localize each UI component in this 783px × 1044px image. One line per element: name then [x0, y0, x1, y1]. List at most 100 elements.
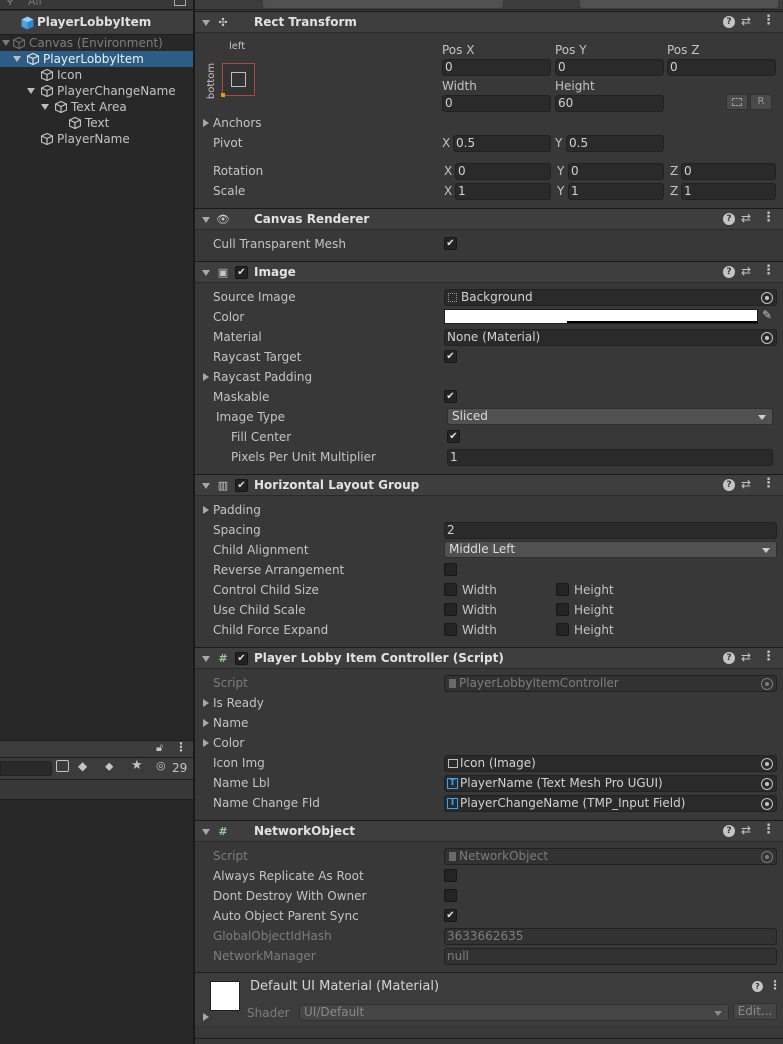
- more-options-icon[interactable]: ⋮: [175, 740, 187, 754]
- is-ready-foldout[interactable]: Is Ready: [213, 694, 264, 712]
- image-type-dropdown[interactable]: Sliced: [447, 408, 773, 425]
- favorite-star-icon[interactable]: ★: [131, 758, 143, 773]
- hierarchy-item-text[interactable]: Text: [0, 115, 193, 131]
- rect-transform-header[interactable]: ✣ Rect Transform ? ⇄ ⋮: [195, 11, 783, 33]
- force-expand-width-checkbox[interactable]: [444, 623, 457, 636]
- help-icon[interactable]: ?: [723, 213, 735, 225]
- help-icon[interactable]: ?: [723, 479, 735, 491]
- hierarchy-item-canvas[interactable]: Canvas (Environment): [0, 35, 193, 51]
- use-scale-height-checkbox[interactable]: [556, 603, 569, 616]
- network-object-header[interactable]: # NetworkObject ? ⇄ ⋮: [195, 820, 783, 842]
- ppu-multiplier-field[interactable]: 1: [447, 449, 773, 466]
- icon-img-field[interactable]: Icon (Image): [444, 755, 777, 772]
- anchor-preset-button[interactable]: [221, 63, 255, 97]
- object-picker-icon[interactable]: [761, 798, 773, 810]
- horizontal-layout-group-header[interactable]: ▥ ✔ Horizontal Layout Group ? ⇄ ⋮: [195, 474, 783, 496]
- help-icon[interactable]: ?: [723, 825, 735, 837]
- hierarchy-item-player-change-name[interactable]: PlayerChangeName: [0, 83, 193, 99]
- raycast-target-checkbox[interactable]: ✔: [444, 350, 457, 363]
- hierarchy-item-player-name[interactable]: PlayerName: [0, 131, 193, 147]
- expand-arrow-icon[interactable]: [203, 699, 209, 707]
- force-expand-height-checkbox[interactable]: [556, 623, 569, 636]
- rotation-z-field[interactable]: 0: [681, 163, 776, 180]
- material-field[interactable]: None (Material): [444, 329, 777, 346]
- search-by-type-icon[interactable]: [56, 760, 69, 772]
- shader-edit-button[interactable]: Edit...: [733, 1003, 777, 1020]
- hierarchy-item-text-area[interactable]: Text Area: [0, 99, 193, 115]
- image-header[interactable]: ▣ ✔ Image ? ⇄ ⋮: [195, 261, 783, 283]
- spacing-field[interactable]: 2: [444, 522, 777, 539]
- color-foldout[interactable]: Color: [213, 734, 244, 752]
- collapse-arrow-icon[interactable]: [202, 270, 210, 276]
- expand-arrow-icon[interactable]: [203, 119, 209, 127]
- expand-arrow-icon[interactable]: [203, 373, 209, 381]
- help-icon[interactable]: ?: [723, 652, 735, 664]
- component-menu-icon[interactable]: ⋮: [762, 476, 775, 491]
- component-menu-icon[interactable]: ⋮: [769, 978, 781, 992]
- collapse-arrow-icon[interactable]: [202, 483, 210, 489]
- object-picker-icon[interactable]: [761, 332, 773, 344]
- child-alignment-dropdown[interactable]: Middle Left: [444, 541, 777, 558]
- filter-type-icon[interactable]: ◆: [78, 759, 87, 773]
- cull-transparent-checkbox[interactable]: ✔: [444, 237, 457, 250]
- pivot-y-field[interactable]: 0.5: [566, 135, 664, 152]
- color-swatch[interactable]: [444, 309, 758, 324]
- height-field[interactable]: 60: [555, 95, 664, 112]
- expand-arrow-icon[interactable]: [41, 104, 49, 110]
- expand-arrow-icon[interactable]: [203, 739, 209, 747]
- help-icon[interactable]: ?: [723, 16, 735, 28]
- hidden-packages-icon[interactable]: ◎: [156, 759, 166, 772]
- create-menu-icon[interactable]: [174, 0, 186, 6]
- image-enabled-checkbox[interactable]: ✔: [235, 266, 248, 279]
- shader-dropdown[interactable]: UI/Default: [299, 1004, 729, 1021]
- control-size-height-checkbox[interactable]: [556, 583, 569, 596]
- replicate-root-checkbox[interactable]: [444, 869, 457, 882]
- name-change-fld-field[interactable]: I PlayerChangeName (TMP_Input Field): [444, 795, 777, 812]
- dont-destroy-checkbox[interactable]: [444, 889, 457, 902]
- maskable-checkbox[interactable]: ✔: [444, 390, 457, 403]
- rotation-y-field[interactable]: 0: [568, 163, 664, 180]
- pos-z-field[interactable]: 0: [667, 59, 776, 76]
- label-tag-icon[interactable]: ⬥: [105, 759, 113, 774]
- collapse-arrow-icon[interactable]: [202, 217, 210, 223]
- anchors-foldout[interactable]: Anchors: [213, 114, 262, 132]
- controller-script-header[interactable]: # ✔ Player Lobby Item Controller (Script…: [195, 647, 783, 669]
- object-picker-icon[interactable]: [761, 292, 773, 304]
- eyedropper-icon[interactable]: ✎: [762, 308, 772, 322]
- expand-arrow-icon[interactable]: [203, 719, 209, 727]
- collapse-arrow-icon[interactable]: [202, 656, 210, 662]
- controller-enabled-checkbox[interactable]: ✔: [235, 652, 248, 665]
- component-menu-icon[interactable]: ⋮: [762, 263, 775, 278]
- fill-center-checkbox[interactable]: ✔: [447, 430, 460, 443]
- hlg-enabled-checkbox[interactable]: ✔: [235, 479, 248, 492]
- material-thumbnail[interactable]: [210, 981, 240, 1011]
- padding-foldout[interactable]: Padding: [213, 501, 261, 519]
- component-menu-icon[interactable]: ⋮: [762, 210, 775, 225]
- help-icon[interactable]: ?: [723, 266, 735, 278]
- blueprint-mode-button[interactable]: [726, 94, 748, 110]
- help-icon[interactable]: ?: [752, 981, 763, 992]
- pos-y-field[interactable]: 0: [555, 59, 664, 76]
- presets-icon[interactable]: ⇄: [741, 211, 751, 225]
- width-field[interactable]: 0: [442, 95, 551, 112]
- object-picker-icon[interactable]: [761, 778, 773, 790]
- hierarchy-item-player-lobby-item[interactable]: PlayerLobbyItem: [0, 51, 193, 67]
- pivot-x-field[interactable]: 0.5: [453, 135, 551, 152]
- scale-z-field[interactable]: 1: [681, 183, 776, 200]
- presets-icon[interactable]: ⇄: [741, 477, 751, 491]
- presets-icon[interactable]: ⇄: [741, 650, 751, 664]
- collapse-arrow-icon[interactable]: [202, 829, 210, 835]
- expand-arrow-icon[interactable]: [203, 1013, 209, 1021]
- scale-x-field[interactable]: 1: [455, 183, 551, 200]
- scale-y-field[interactable]: 1: [568, 183, 664, 200]
- lock-icon[interactable]: 🔓︎: [156, 741, 163, 755]
- hierarchy-item-icon[interactable]: Icon: [0, 67, 193, 83]
- name-lbl-field[interactable]: T PlayerName (Text Mesh Pro UGUI): [444, 775, 777, 792]
- source-image-field[interactable]: Background: [444, 289, 777, 306]
- auto-parent-sync-checkbox[interactable]: ✔: [444, 909, 457, 922]
- component-menu-icon[interactable]: ⋮: [762, 13, 775, 28]
- component-menu-icon[interactable]: ⋮: [762, 822, 775, 837]
- component-menu-icon[interactable]: ⋮: [762, 649, 775, 664]
- hierarchy-search-bar[interactable]: ⚲ All: [0, 0, 193, 10]
- control-size-width-checkbox[interactable]: [444, 583, 457, 596]
